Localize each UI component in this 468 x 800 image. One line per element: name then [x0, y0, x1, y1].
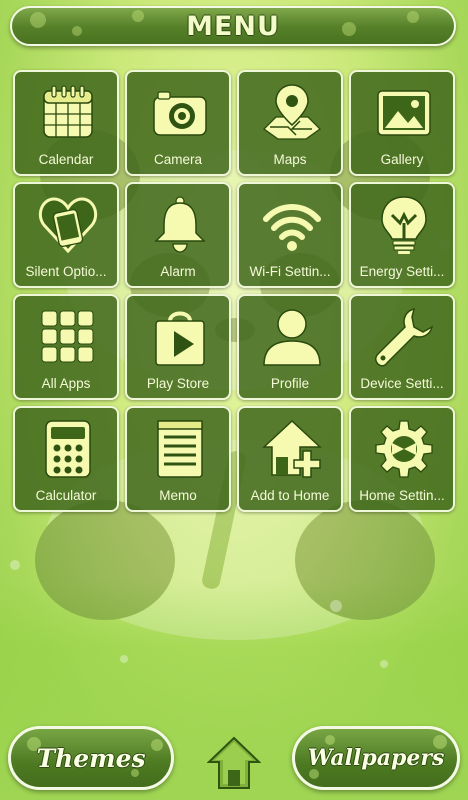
- tile-label: Energy Setti...: [359, 264, 445, 279]
- menu-header: MENU: [10, 6, 456, 46]
- person-icon: [262, 307, 322, 367]
- tile-maps[interactable]: Maps: [237, 70, 343, 176]
- home-arrow-icon[interactable]: [206, 736, 262, 790]
- tile-calculator[interactable]: Calculator: [13, 406, 119, 512]
- tile-label: Add to Home: [250, 488, 330, 503]
- notepad-icon: [150, 419, 210, 479]
- tile-label: Memo: [159, 488, 197, 503]
- house-plus-icon: [262, 419, 322, 479]
- tile-calendar[interactable]: Calendar: [13, 70, 119, 176]
- bokeh-dot: [330, 600, 342, 612]
- tile-home-settings[interactable]: Home Settin...: [349, 406, 455, 512]
- tile-label: Device Setti...: [360, 376, 444, 391]
- header-dot: [342, 22, 356, 36]
- tile-label: Alarm: [160, 264, 196, 279]
- wallpapers-button[interactable]: Wallpapers: [292, 726, 460, 790]
- tile-energy-settings[interactable]: Energy Setti...: [349, 182, 455, 288]
- tile-label: Calendar: [38, 152, 94, 167]
- calculator-icon: [38, 419, 98, 479]
- tile-wifi-settings[interactable]: Wi-Fi Settin...: [237, 182, 343, 288]
- tile-label: All Apps: [41, 376, 91, 391]
- tile-camera[interactable]: Camera: [125, 70, 231, 176]
- tile-label: Maps: [273, 152, 307, 167]
- button-dot: [151, 739, 163, 751]
- tile-label: Camera: [153, 152, 202, 167]
- button-dot: [325, 735, 335, 745]
- tile-profile[interactable]: Profile: [237, 294, 343, 400]
- themes-button[interactable]: Themes: [8, 726, 174, 790]
- tile-label: Wi-Fi Settin...: [249, 264, 331, 279]
- app-grid-icon: [38, 307, 98, 367]
- camera-icon: [150, 83, 210, 143]
- tile-all-apps[interactable]: All Apps: [13, 294, 119, 400]
- tile-label: Gallery: [380, 152, 424, 167]
- tile-label: Profile: [270, 376, 310, 391]
- bokeh-dot: [10, 560, 20, 570]
- tile-add-to-home[interactable]: Add to Home: [237, 406, 343, 512]
- tile-label: Play Store: [146, 376, 210, 391]
- lightbulb-icon: [374, 195, 434, 255]
- tile-gallery[interactable]: Gallery: [349, 70, 455, 176]
- gear-icon: [374, 419, 434, 479]
- tile-device-settings[interactable]: Device Setti...: [349, 294, 455, 400]
- bell-icon: [150, 195, 210, 255]
- bokeh-dot: [120, 655, 128, 663]
- tile-play-store[interactable]: Play Store: [125, 294, 231, 400]
- bokeh-dot: [380, 660, 388, 668]
- app-grid: Calendar Camera Maps Gallery Silent Opti…: [13, 70, 455, 512]
- header-dot: [72, 26, 82, 36]
- tile-label: Silent Optio...: [25, 264, 107, 279]
- page-title: MENU: [186, 10, 280, 42]
- heart-phone-icon: [38, 195, 98, 255]
- picture-icon: [374, 83, 434, 143]
- header-dot: [132, 10, 144, 22]
- header-dot: [407, 11, 419, 23]
- tile-silent-options[interactable]: Silent Optio...: [13, 182, 119, 288]
- wallpapers-button-label: Wallpapers: [307, 745, 445, 771]
- tile-label: Home Settin...: [359, 488, 445, 503]
- tile-memo[interactable]: Memo: [125, 406, 231, 512]
- wrench-icon: [374, 307, 434, 367]
- calendar-icon: [38, 83, 98, 143]
- tile-label: Calculator: [35, 488, 97, 503]
- shopping-bag-play-icon: [150, 307, 210, 367]
- header-dot: [30, 12, 46, 28]
- map-pin-icon: [262, 83, 322, 143]
- tile-alarm[interactable]: Alarm: [125, 182, 231, 288]
- themes-button-label: Themes: [36, 743, 146, 773]
- wifi-icon: [262, 195, 322, 255]
